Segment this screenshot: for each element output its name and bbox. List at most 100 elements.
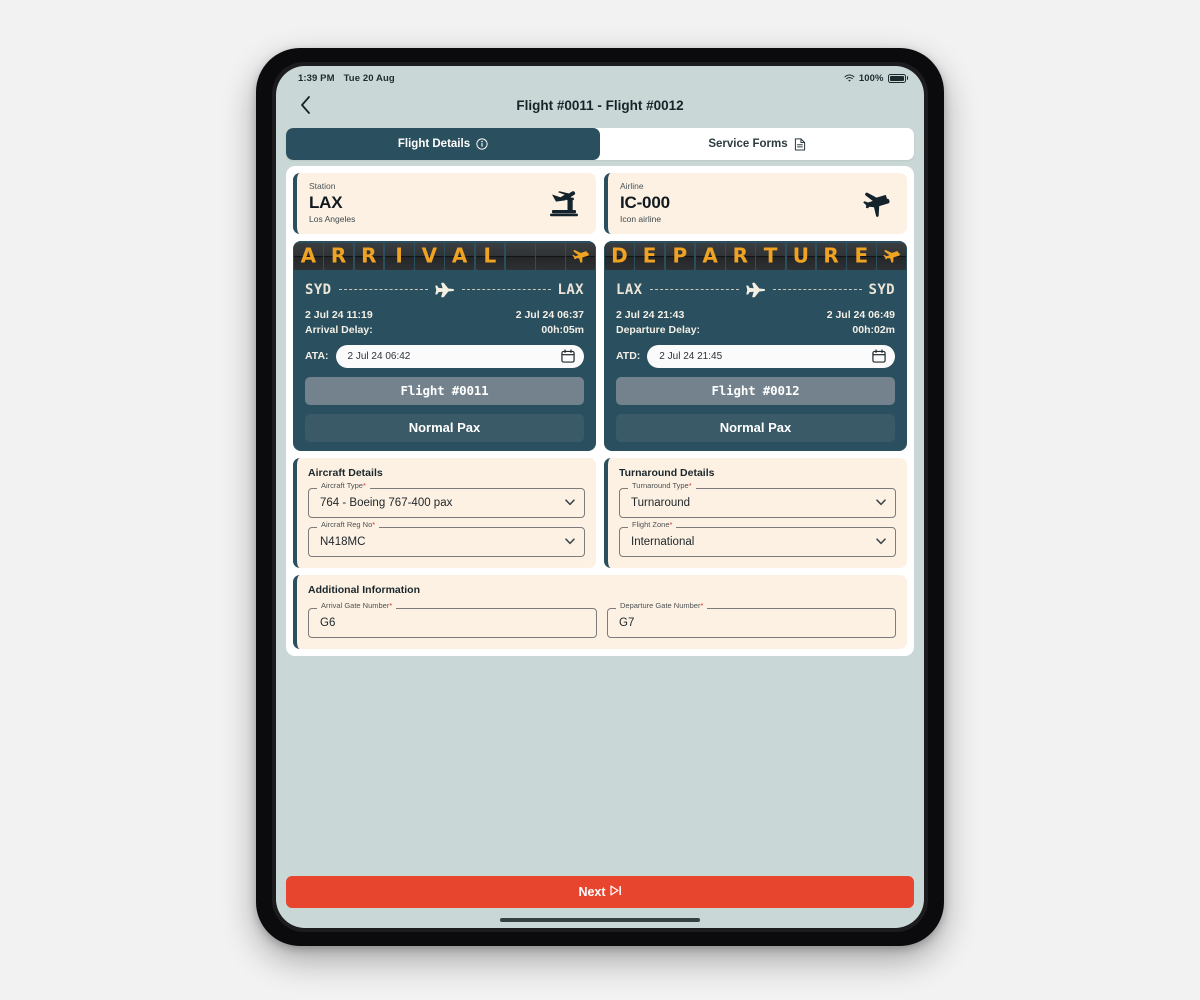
next-button-label: Next	[578, 885, 606, 899]
airplane-icon	[855, 185, 895, 221]
flip-letter: I	[395, 243, 403, 268]
aircraft-reg-no-label: Aircraft Reg No*	[317, 520, 380, 529]
flip-letter: A	[451, 243, 468, 268]
flip-tile: V	[415, 242, 444, 270]
departure-origin: LAX	[616, 281, 643, 298]
departure-route: LAX SYD	[604, 272, 907, 301]
flip-tile-icon	[877, 242, 906, 270]
ata-row: ATA: 2 Jul 24 06:42	[293, 336, 596, 368]
departure-flipboard: D E P A R T U R E	[604, 240, 907, 272]
station-label: Station	[309, 181, 336, 191]
ata-value: 2 Jul 24 06:42	[347, 350, 411, 362]
info-cards-row: Station LAX Los Angeles Airline IC-000 I…	[293, 173, 907, 234]
arrival-origin: SYD	[305, 281, 332, 298]
status-time: 1:39 PM	[298, 72, 335, 84]
control-tower-icon	[544, 185, 584, 221]
flip-tile: E	[635, 242, 664, 270]
flip-tile	[505, 242, 535, 270]
turnaround-details-title: Turnaround Details	[619, 466, 715, 479]
flip-letter: R	[330, 243, 347, 268]
arrival-delay-label: Arrival Delay:	[305, 323, 373, 336]
departure-delay-value: 00h:02m	[852, 323, 895, 336]
arrival-pax-button[interactable]: Normal Pax	[305, 413, 584, 442]
flip-tile: R	[726, 242, 755, 270]
aircraft-reg-no-value: N418MC	[320, 535, 366, 548]
flight-zone-value: International	[631, 535, 695, 548]
departure-delay-label: Departure Delay:	[616, 323, 701, 336]
tab-service-forms[interactable]: Service Forms	[600, 128, 914, 160]
flight-zone-field[interactable]: Flight Zone* International	[619, 520, 896, 557]
flip-tile: R	[816, 242, 846, 270]
calendar-icon[interactable]	[872, 349, 886, 363]
additional-information-card: Additional Information Arrival Gate Numb…	[293, 574, 907, 649]
additional-information-title: Additional Information	[308, 583, 420, 596]
airplane-route-icon	[745, 282, 766, 298]
arrival-gate-number-value: G6	[320, 616, 336, 629]
flip-tile: R	[354, 242, 384, 270]
arrival-destination: LAX	[557, 281, 584, 298]
aircraft-type-field[interactable]: Aircraft Type* 764 - Boeing 767-400 pax	[308, 481, 585, 518]
info-circle-icon	[476, 138, 488, 150]
document-icon	[794, 137, 806, 151]
station-card: Station LAX Los Angeles	[293, 173, 596, 234]
tab-flight-details[interactable]: Flight Details	[286, 128, 600, 160]
flip-tile: R	[324, 242, 353, 270]
atd-value: 2 Jul 24 21:45	[659, 350, 723, 362]
back-button[interactable]	[294, 94, 316, 116]
flip-letter: L	[483, 243, 497, 268]
flip-letter: A	[702, 243, 718, 268]
flip-tile: T	[756, 242, 785, 270]
aircraft-details-card: Aircraft Details Aircraft Type* 764 - Bo…	[293, 457, 596, 568]
airline-name: Icon airline	[620, 213, 662, 224]
flip-letter: V	[421, 243, 438, 268]
details-row: Aircraft Details Aircraft Type* 764 - Bo…	[293, 457, 907, 568]
flip-letter: T	[763, 243, 778, 268]
arrival-gate-number-field[interactable]: Arrival Gate Number* G6	[308, 601, 597, 638]
calendar-icon[interactable]	[561, 349, 575, 363]
turnaround-type-field[interactable]: Turnaround Type* Turnaround	[619, 481, 896, 518]
chevron-down-icon[interactable]	[565, 499, 575, 506]
flip-tile: P	[665, 242, 695, 270]
arrival-panel: A R R I V A L SYD LAX 2 Jul 24 11:19 2 J…	[293, 240, 596, 451]
aircraft-type-label: Aircraft Type*	[317, 481, 370, 490]
aircraft-reg-no-field[interactable]: Aircraft Reg No* N418MC	[308, 520, 585, 557]
flip-tile: D	[605, 242, 634, 270]
screen: 1:39 PM Tue 20 Aug 100% Flight #0011 - F…	[276, 66, 924, 928]
route-line	[338, 289, 428, 291]
flip-letter: R	[732, 243, 749, 268]
chevron-down-icon[interactable]	[876, 538, 886, 545]
ata-input[interactable]: 2 Jul 24 06:42	[335, 344, 584, 368]
tab-bar: Flight Details Service Forms	[286, 128, 914, 160]
flip-tile: A	[695, 242, 725, 270]
atd-input[interactable]: 2 Jul 24 21:45	[647, 344, 895, 368]
airplane-departure-icon	[883, 246, 900, 266]
flip-letter: P	[672, 243, 688, 268]
arrival-flight-button[interactable]: Flight #0011	[305, 376, 584, 405]
departure-panel: D E P A R T U R E LAX SYD 2 Jul 24 21:43…	[604, 240, 907, 451]
departure-delay-row: Departure Delay: 00h:02m	[604, 321, 907, 336]
departure-pax-button[interactable]: Normal Pax	[616, 413, 895, 442]
departure-gate-number-field[interactable]: Departure Gate Number* G7	[607, 601, 896, 638]
tab-service-forms-label: Service Forms	[708, 138, 788, 150]
turnaround-type-label: Turnaround Type*	[628, 481, 696, 490]
page-title: Flight #0011 - Flight #0012	[516, 97, 684, 113]
next-button[interactable]: Next	[286, 876, 914, 908]
route-line	[772, 289, 862, 291]
arrival-times-row: 2 Jul 24 11:19 2 Jul 24 06:37	[293, 301, 596, 321]
arrival-scheduled-time: 2 Jul 24 06:37	[515, 308, 584, 321]
flip-tile	[536, 242, 565, 270]
chevron-down-icon[interactable]	[565, 538, 575, 545]
tab-flight-details-label: Flight Details	[397, 138, 471, 150]
flight-boards-row: A R R I V A L SYD LAX 2 Jul 24 11:19 2 J…	[293, 240, 907, 451]
chevron-down-icon[interactable]	[876, 499, 886, 506]
arrival-delay-value: 00h:05m	[541, 323, 584, 336]
station-code: LAX	[309, 193, 343, 213]
arrival-delay-row: Arrival Delay: 00h:05m	[293, 321, 596, 336]
departure-flight-button[interactable]: Flight #0012	[616, 376, 895, 405]
flip-tile: L	[475, 242, 505, 270]
chevron-left-icon	[300, 96, 311, 114]
arrival-gate-number-label: Arrival Gate Number*	[317, 601, 397, 610]
content-area: Station LAX Los Angeles Airline IC-000 I…	[276, 160, 924, 876]
status-bar: 1:39 PM Tue 20 Aug 100%	[276, 66, 924, 88]
wifi-icon	[844, 74, 855, 83]
